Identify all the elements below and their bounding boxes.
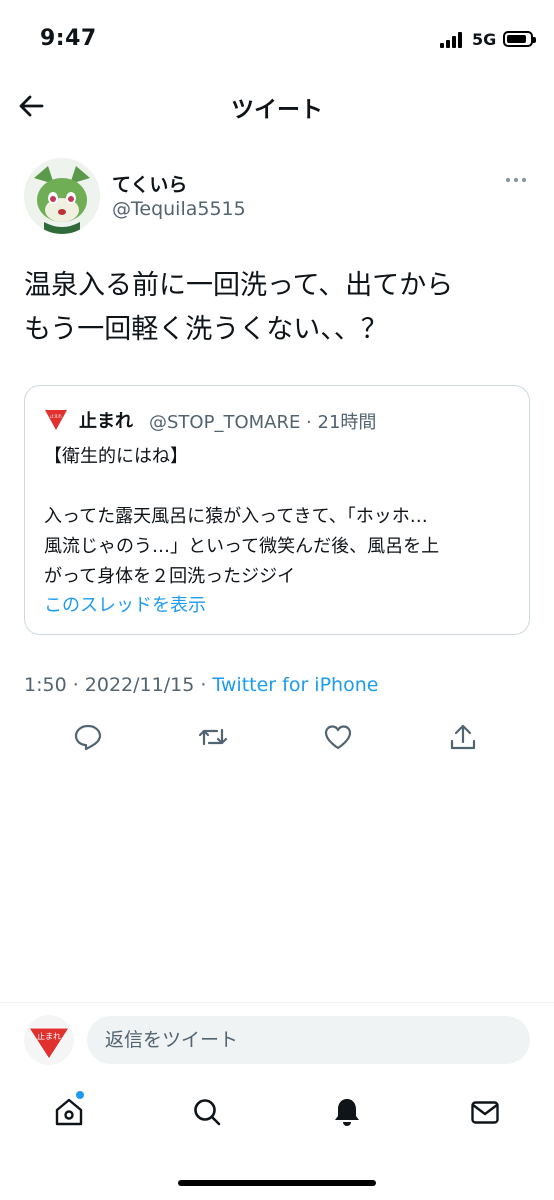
messages-icon[interactable] bbox=[469, 1096, 501, 1128]
reply-icon[interactable] bbox=[73, 722, 103, 752]
notifications-icon[interactable] bbox=[331, 1096, 363, 1128]
stop-sign-label: 止まれ bbox=[50, 413, 62, 419]
reply-input[interactable]: 返信をツイート bbox=[87, 1016, 530, 1064]
battery-icon bbox=[503, 31, 536, 47]
like-icon[interactable] bbox=[323, 722, 353, 752]
author-handle[interactable]: @Tequila5515 bbox=[112, 198, 246, 220]
tweet-timestamp: 1:50 · 2022/11/15 · bbox=[24, 674, 213, 696]
quoted-author-name: 止まれ bbox=[79, 411, 133, 432]
show-thread-link[interactable]: このスレッドを表示 bbox=[44, 591, 206, 617]
page-title: ツイート bbox=[231, 97, 323, 123]
quoted-text-line bbox=[44, 472, 514, 502]
author-avatar[interactable] bbox=[24, 158, 100, 234]
stop-sign-avatar: 止まれ bbox=[45, 410, 67, 430]
quoted-text-line: 入ってた露天風呂に猿が入ってきて、「ホッホ… bbox=[44, 506, 428, 527]
divider bbox=[0, 1002, 554, 1003]
quoted-text-line: 風流じゃのう…」といって微笑んだ後、風呂を上 bbox=[44, 536, 440, 557]
share-icon[interactable] bbox=[448, 722, 478, 752]
quoted-tweet-text: 【衛生的にはね】 入ってた露天風呂に猿が入ってきて、「ホッホ… 風流じゃのう…」… bbox=[44, 442, 514, 592]
signal-icon bbox=[440, 32, 462, 48]
author-display-name[interactable]: てくいら bbox=[112, 170, 187, 197]
tweet-text: 温泉入る前に一回洗って、出てから もう一回軽く洗うくない、、？ bbox=[24, 264, 534, 352]
cat-character-icon bbox=[24, 158, 100, 234]
status-time: 9:47 bbox=[40, 26, 97, 51]
quoted-text-line: 【衛生的にはね】 bbox=[44, 446, 188, 467]
quoted-text-line: がって身体を２回洗ったジジイ bbox=[44, 566, 296, 587]
more-icon[interactable] bbox=[505, 170, 527, 190]
stop-sign-avatar: 止まれ bbox=[24, 1015, 74, 1065]
network-label: 5G bbox=[472, 30, 497, 49]
arrow-left-icon[interactable] bbox=[16, 91, 46, 121]
tweet-text-line: 温泉入る前に一回洗って、出てから bbox=[24, 270, 454, 301]
quoted-tweet-card[interactable]: 止まれ 止まれ @STOP_TOMARE · 21時間 【衛生的にはね】 入って… bbox=[24, 385, 530, 635]
home-icon[interactable] bbox=[53, 1096, 85, 1128]
home-indicator bbox=[178, 1180, 376, 1186]
search-icon[interactable] bbox=[191, 1096, 223, 1128]
tweet-source-link[interactable]: Twitter for iPhone bbox=[212, 674, 378, 696]
user-avatar[interactable]: 止まれ bbox=[24, 1015, 74, 1065]
quoted-author-handle-time: @STOP_TOMARE · 21時間 bbox=[149, 412, 377, 433]
tweet-text-line: もう一回軽く洗うくない、、？ bbox=[24, 314, 388, 345]
stop-sign-label: 止まれ bbox=[37, 1031, 61, 1041]
notification-dot bbox=[76, 1091, 84, 1099]
tweet-metadata: 1:50 · 2022/11/15 · Twitter for iPhone bbox=[24, 674, 378, 696]
retweet-icon[interactable] bbox=[198, 722, 228, 752]
